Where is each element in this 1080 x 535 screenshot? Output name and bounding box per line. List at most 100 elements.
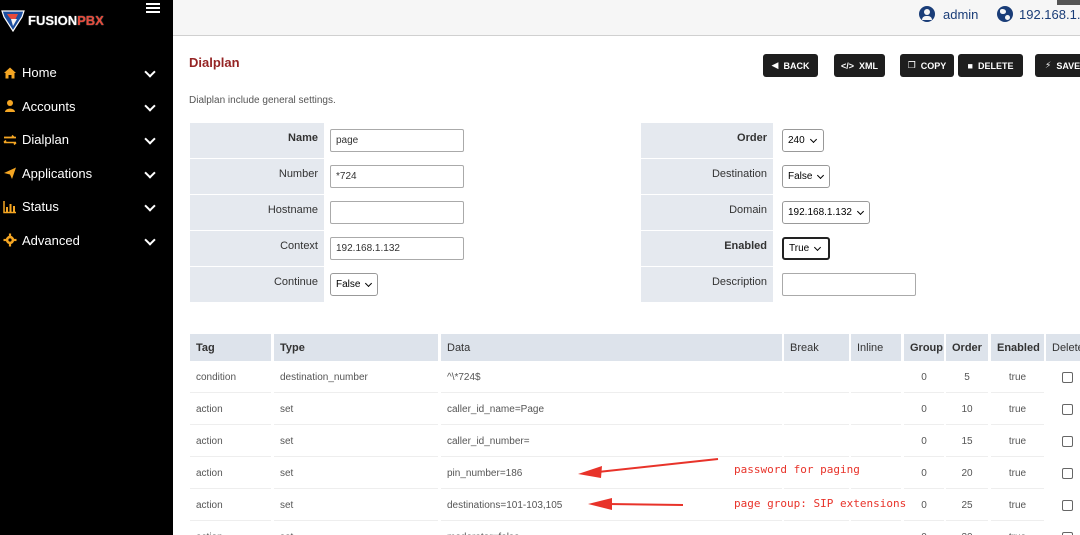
sidebar-item-label: Accounts: [22, 98, 76, 114]
menu-toggle-icon[interactable]: [146, 1, 160, 15]
description-input[interactable]: [782, 273, 916, 296]
table-cell-enabled: true: [991, 457, 1044, 489]
table-cell-inline: [851, 393, 901, 425]
table-cell-break: [784, 361, 849, 393]
table-cell-tag: condition: [190, 361, 271, 393]
domain-select[interactable]: 192.168.1.132: [782, 201, 870, 224]
table-cell-type: set: [274, 457, 438, 489]
username: admin: [943, 6, 979, 22]
table-cell-data: ^\*724$: [441, 361, 782, 393]
code-icon: </>: [840, 60, 854, 71]
name-input[interactable]: page: [330, 129, 464, 152]
domain-label: Domain: [641, 195, 773, 230]
bolt-icon: ⚡: [1045, 60, 1052, 70]
table-cell-tag: action: [190, 457, 271, 489]
table-cell-inline: [851, 361, 901, 393]
table-cell-group: 0: [904, 425, 944, 457]
table-cell-inline: [851, 521, 901, 535]
xml-button[interactable]: </> XML: [834, 54, 885, 77]
table-cell-enabled: true: [991, 489, 1044, 521]
hostname-input[interactable]: [330, 201, 464, 224]
chevron-down-icon: [144, 200, 156, 212]
chevron-down-icon: [814, 243, 822, 251]
copy-button[interactable]: ❐ COPY: [900, 54, 954, 77]
delete-row-checkbox[interactable]: [1062, 468, 1073, 479]
table-cell-enabled: true: [991, 425, 1044, 457]
table-cell-group: 0: [904, 361, 944, 393]
table-cell-order: 20: [946, 457, 988, 489]
table-cell-enabled: true: [991, 361, 1044, 393]
table-cell-type: set: [274, 393, 438, 425]
delete-row-checkbox[interactable]: [1062, 500, 1073, 511]
destination-label: Destination: [641, 159, 773, 194]
globe-icon: [997, 6, 1013, 22]
top-header: admin 192.168.1.1: [173, 0, 1080, 36]
table-cell-break: [784, 521, 849, 535]
copy-icon: ❐: [907, 60, 916, 70]
user-icon: [5, 100, 15, 113]
fusionpbx-logo[interactable]: FUSIONPBX: [0, 6, 104, 34]
table-cell-tag: action: [190, 521, 271, 535]
destination-select[interactable]: False: [782, 165, 830, 188]
domain-selector[interactable]: 192.168.1.1: [997, 6, 1080, 22]
user-circle-icon: [919, 6, 935, 22]
delete-button[interactable]: ■ DELETE: [958, 54, 1023, 77]
arrow-password: [578, 458, 719, 478]
chevron-down-icon: [809, 135, 817, 143]
order-label: Order: [641, 123, 773, 158]
number-input[interactable]: *724: [330, 165, 464, 188]
context-label: Context: [190, 231, 324, 266]
table-cell-tag: action: [190, 489, 271, 521]
user-menu[interactable]: admin: [919, 6, 978, 22]
table-cell-tag: action: [190, 425, 271, 457]
column-header-order: Order: [946, 334, 988, 361]
table-cell-type: set: [274, 521, 438, 535]
delete-row-checkbox[interactable]: [1062, 436, 1073, 447]
home-icon: [4, 67, 16, 79]
sidebar-item-label: Status: [22, 199, 59, 215]
exchange-icon: [3, 134, 17, 145]
back-button[interactable]: ◀ BACK: [763, 54, 818, 77]
column-header-data: Data: [441, 334, 782, 361]
table-cell-enabled: true: [991, 521, 1044, 535]
delete-row-checkbox[interactable]: [1062, 404, 1073, 415]
table-cell-group: 0: [904, 457, 944, 489]
chevron-down-icon: [144, 99, 156, 112]
table-cell-group: 0: [904, 521, 944, 535]
page-description: Dialplan include general settings.: [189, 95, 336, 106]
sidebar: FUSIONPBX Home Accounts Dialplan Applica…: [0, 0, 173, 535]
table-cell-group: 0: [904, 393, 944, 425]
column-header-delete: Delete: [1046, 334, 1080, 361]
sidebar-item-status[interactable]: Status: [0, 190, 173, 224]
sidebar-item-label: Advanced: [22, 232, 80, 248]
table-cell-tag: action: [190, 393, 271, 425]
sidebar-item-advanced[interactable]: Advanced: [0, 224, 173, 258]
annotation-password: password for paging: [734, 463, 860, 476]
table-cell-break: [784, 393, 849, 425]
table-cell-type: destination_number: [274, 361, 438, 393]
domain-name: 192.168.1.1: [1019, 6, 1080, 22]
sidebar-item-accounts[interactable]: Accounts: [0, 90, 173, 124]
enabled-label: Enabled: [641, 231, 773, 266]
continue-select[interactable]: False: [330, 273, 378, 296]
main-content: Dialplan Dialplan include general settin…: [173, 37, 1080, 535]
order-select[interactable]: 240: [782, 129, 824, 152]
table-cell-break: [784, 425, 849, 457]
sidebar-item-applications[interactable]: Applications: [0, 157, 173, 191]
annotation-arrows: [578, 458, 719, 510]
enabled-select[interactable]: True: [782, 237, 830, 260]
column-header-tag: Tag: [190, 334, 271, 361]
annotation-page-group: page group: SIP extensions: [734, 497, 907, 510]
column-header-inline: Inline: [851, 334, 901, 361]
column-header-group: Group: [904, 334, 944, 361]
save-button[interactable]: ⚡ SAVE: [1035, 54, 1080, 77]
context-input[interactable]: 192.168.1.132: [330, 237, 464, 260]
sidebar-item-home[interactable]: Home: [0, 56, 173, 90]
chevron-down-icon: [144, 166, 156, 179]
table-cell-type: set: [274, 489, 438, 521]
description-label: Description: [641, 267, 773, 302]
sidebar-item-dialplan[interactable]: Dialplan: [0, 123, 173, 157]
delete-row-checkbox[interactable]: [1062, 372, 1073, 383]
sidebar-item-label: Home: [22, 65, 57, 81]
logo-icon: [1, 10, 25, 33]
